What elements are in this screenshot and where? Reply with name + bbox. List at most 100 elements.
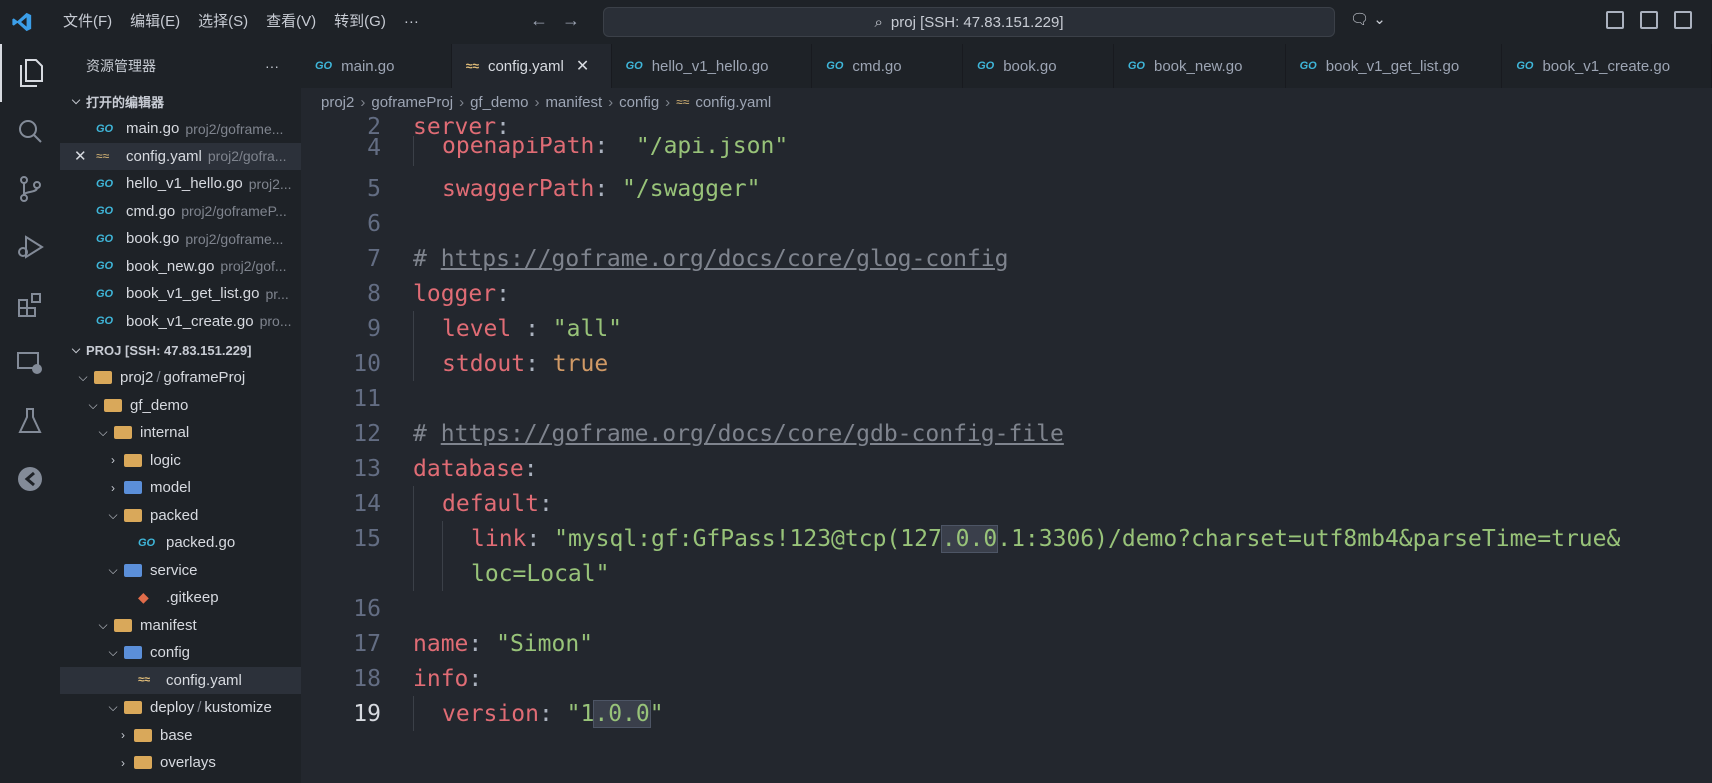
tree-folder-logic[interactable]: › logic	[60, 447, 301, 475]
source-control-icon[interactable]	[0, 160, 60, 218]
code-line-current: 19 version: "1.0.0"	[353, 699, 664, 728]
open-editor-item[interactable]: GO book_v1_get_list.go pr...	[60, 280, 301, 308]
chevron-right-icon: ›	[111, 453, 115, 468]
menu-more[interactable]: ···	[395, 0, 428, 44]
chevron-right-icon: ›	[360, 93, 366, 111]
breadcrumb-item[interactable]: config	[619, 94, 659, 111]
tree-folder-service[interactable]: ⌵ service	[60, 557, 301, 585]
tab-book-go[interactable]: GO book.go	[963, 44, 1114, 88]
chevron-down-icon: ⌵	[88, 397, 98, 412]
code-line: 10 stdout: true	[353, 350, 609, 377]
breadcrumb-item[interactable]: goframeProj	[371, 94, 453, 111]
menu-file[interactable]: 文件(F)	[54, 0, 121, 44]
tree-folder-internal[interactable]: ⌵ internal	[60, 419, 301, 447]
folder-open-icon	[114, 426, 132, 440]
open-editor-item[interactable]: GO book_new.go proj2/gof...	[60, 253, 301, 281]
tree-folder-config[interactable]: ⌵ config	[60, 639, 301, 667]
breadcrumb-item[interactable]: gf_demo	[470, 94, 528, 111]
copilot-chat-icon[interactable]: 🗨 ⌄	[1350, 10, 1386, 28]
tree-folder-base[interactable]: › base	[60, 722, 301, 750]
chevron-right-icon: ›	[121, 728, 125, 743]
folder-service-icon	[124, 563, 142, 577]
go-file-icon: GO	[96, 122, 114, 135]
menu-edit[interactable]: 编辑(E)	[121, 0, 189, 44]
tree-folder-overlays[interactable]: › overlays	[60, 749, 301, 777]
gdb-config-link[interactable]: https://goframe.org/docs/core/gdb-config…	[441, 421, 1064, 447]
tab-book-new-go[interactable]: GO book_new.go	[1114, 44, 1286, 88]
explorer-icon[interactable]	[0, 44, 60, 102]
open-editor-item[interactable]: GO book.go proj2/goframe...	[60, 225, 301, 253]
go-file-icon: GO	[96, 315, 114, 328]
folder-open-icon	[124, 508, 142, 522]
code-editor[interactable]: 2 server: 4 openapiPath: "/api.json" 5 s…	[301, 116, 1712, 783]
open-editor-item[interactable]: GO hello_v1_hello.go proj2...	[60, 170, 301, 198]
toggle-panel-icon[interactable]	[1674, 11, 1692, 29]
testing-icon[interactable]	[0, 392, 60, 450]
breadcrumb: proj2 › goframeProj › gf_demo › manifest › c…	[301, 88, 1712, 116]
tab-hello-v1-hello-go[interactable]: GO hello_v1_hello.go	[612, 44, 813, 88]
folder-open-icon	[104, 398, 122, 412]
command-center-search[interactable]: ⌕ proj [SSH: 47.83.151.229]	[603, 7, 1335, 37]
yaml-file-icon: ≈≈	[676, 95, 690, 109]
tree-file-packed-go[interactable]: GO packed.go	[60, 529, 301, 557]
tree-folder-proj2[interactable]: ⌵ proj2/goframeProj	[60, 364, 301, 392]
glog-config-link[interactable]: https://goframe.org/docs/core/glog-confi…	[441, 246, 1009, 272]
explorer-title: 资源管理器	[86, 58, 156, 74]
tab-config-yaml[interactable]: ≈≈ config.yaml ✕	[451, 44, 612, 88]
gitlens-icon[interactable]	[0, 450, 60, 508]
tree-file-gitkeep[interactable]: ◆ .gitkeep	[60, 584, 301, 612]
search-icon[interactable]	[0, 102, 60, 160]
open-editor-item[interactable]: ✕ ≈≈ config.yaml proj2/gofra...	[60, 142, 301, 170]
menu-bar: 文件(F) 编辑(E) 选择(S) 查看(V) 转到(G) ···	[54, 0, 428, 44]
tree-folder-deploy[interactable]: ⌵ deploy / kustomize	[60, 694, 301, 722]
back-arrow-icon[interactable]: ←	[530, 10, 548, 31]
tree-folder-manifest[interactable]: ⌵ manifest	[60, 612, 301, 640]
go-file-icon: GO	[977, 60, 995, 72]
menu-go[interactable]: 转到(G)	[325, 0, 395, 44]
remote-explorer-icon[interactable]	[0, 334, 60, 392]
code-line: 7 # https://goframe.org/docs/core/glog-c…	[367, 245, 1009, 272]
chevron-down-icon: ⌵	[71, 95, 81, 107]
explorer-header: 资源管理器 ···	[60, 44, 301, 88]
code-line: 5 swaggerPath: "/swagger"	[367, 175, 761, 202]
workspace-section[interactable]: ⌵ PROJ [SSH: 47.83.151.229]	[60, 337, 301, 364]
workspace-label: PROJ [SSH: 47.83.151.229]	[86, 343, 252, 358]
chevron-right-icon: ›	[121, 755, 125, 770]
layout-customize-icon[interactable]	[1606, 11, 1624, 29]
open-editor-item[interactable]: GO book_v1_create.go pro...	[60, 308, 301, 336]
menu-view[interactable]: 查看(V)	[257, 0, 325, 44]
go-file-icon: GO	[138, 536, 156, 549]
code-line: 4 openapiPath: "/api.json"	[367, 137, 789, 159]
code-line: 9 level : "all"	[367, 315, 623, 342]
close-icon[interactable]: ✕	[74, 147, 96, 165]
forward-arrow-icon[interactable]: →	[562, 10, 580, 31]
chevron-down-icon: ⌵	[108, 645, 118, 660]
open-editor-item[interactable]: GO main.go proj2/goframe...	[60, 115, 301, 143]
extensions-icon[interactable]	[0, 276, 60, 334]
git-file-icon: ◆	[138, 589, 149, 606]
code-line: 16	[353, 595, 381, 622]
explorer-more-button[interactable]: ···	[265, 58, 279, 74]
run-debug-icon[interactable]	[0, 218, 60, 276]
code-line: 17 name: "Simon"	[353, 630, 594, 657]
open-editors-section[interactable]: ⌵ 打开的编辑器	[60, 88, 301, 115]
menu-selection[interactable]: 选择(S)	[189, 0, 257, 44]
breadcrumb-item[interactable]: config.yaml	[695, 94, 771, 111]
code-line: 8 logger:	[367, 280, 510, 307]
tab-cmd-go[interactable]: GO cmd.go	[812, 44, 964, 88]
go-file-icon: GO	[1127, 60, 1145, 72]
breadcrumb-item[interactable]: manifest	[545, 94, 602, 111]
tree-folder-model[interactable]: › model	[60, 474, 301, 502]
toggle-sidebar-icon[interactable]	[1640, 11, 1658, 29]
folder-icon	[124, 453, 142, 467]
tab-main-go[interactable]: GO main.go	[301, 44, 452, 88]
breadcrumb-item[interactable]: proj2	[321, 94, 354, 111]
tab-book-v1-create-go[interactable]: GO book_v1_create.go	[1502, 44, 1712, 88]
tab-book-v1-get-list-go[interactable]: GO book_v1_get_list.go	[1286, 44, 1503, 88]
tree-folder-packed[interactable]: ⌵ packed	[60, 502, 301, 530]
open-editor-item[interactable]: GO cmd.go proj2/goframeP...	[60, 198, 301, 226]
tree-folder-gf-demo[interactable]: ⌵ gf_demo	[60, 392, 301, 420]
yaml-file-icon: ≈≈	[138, 674, 151, 687]
tree-file-config-yaml[interactable]: ≈≈ config.yaml	[60, 666, 301, 694]
close-icon[interactable]: ✕	[576, 56, 589, 76]
